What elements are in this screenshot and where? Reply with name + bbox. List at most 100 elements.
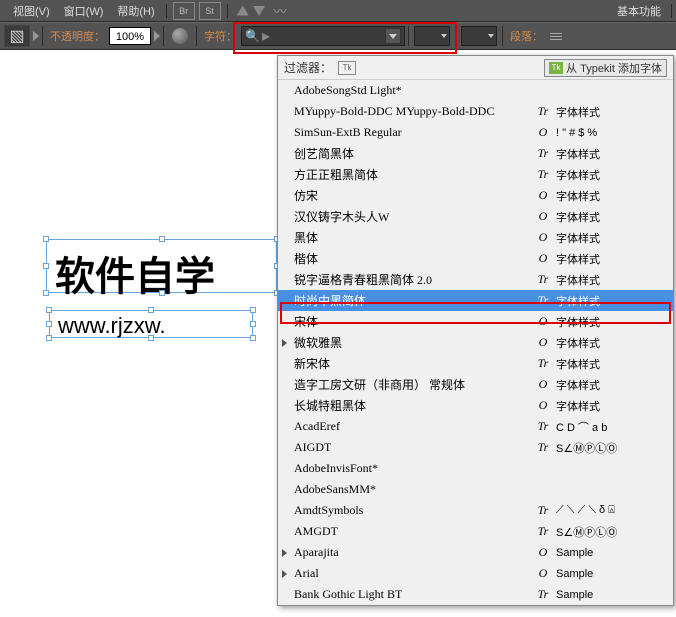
font-row[interactable]: MYuppy-Bold-DDC MYuppy-Bold-DDCTr字体样式	[278, 101, 673, 122]
font-type-icon: O	[536, 335, 550, 350]
font-row[interactable]: 创艺简黑体 Tr 字体样式	[278, 143, 673, 164]
character-label: 字符：	[200, 28, 241, 44]
font-name: AdobeSansMM*	[294, 482, 376, 497]
font-name: 造字工房文研（非商用） 常规体	[294, 376, 465, 393]
font-sample: 字体样式	[556, 167, 600, 183]
font-sample: 字体样式	[556, 146, 600, 162]
font-row[interactable]: 锐字逼格青春粗黑简体 2.0 Tr 字体样式	[278, 269, 673, 290]
font-size-combo[interactable]	[461, 26, 497, 46]
font-type-icon: Tr	[536, 146, 550, 161]
tk-filter-icon[interactable]: Tk	[338, 61, 356, 75]
font-row[interactable]: AdobeSansMM*	[278, 479, 673, 500]
font-sample: S∠ⓂⓅⓁⓄ	[556, 440, 617, 456]
font-row[interactable]: 长城特粗黑体 O 字体样式	[278, 395, 673, 416]
font-type-icon: Tr	[536, 419, 550, 434]
font-row[interactable]: AcadEref Tr C D ⌒ a b	[278, 416, 673, 437]
font-name: AdobeSongStd Light*	[294, 83, 402, 98]
typekit-add-button[interactable]: Tk 从 Typekit 添加字体	[544, 59, 667, 77]
font-row[interactable]: AMGDTTrS∠ⓂⓅⓁⓄ	[278, 521, 673, 542]
font-type-icon: Tr	[536, 440, 550, 455]
chevron-right-icon	[282, 570, 287, 578]
font-name: 方正正粗黑简体	[294, 166, 378, 183]
font-row[interactable]: 微软雅黑O字体样式	[278, 332, 673, 353]
font-sample: S∠ⓂⓅⓁⓄ	[556, 524, 617, 540]
font-row[interactable]: SimSun-ExtB RegularO! " # $ %	[278, 122, 673, 143]
chevron-down-icon[interactable]	[385, 28, 401, 44]
font-style-combo[interactable]	[414, 26, 450, 46]
font-type-icon: Tr	[536, 293, 550, 308]
font-sample: Sample	[556, 589, 593, 601]
font-sample: 字体样式	[556, 209, 600, 225]
font-type-icon: Tr	[536, 356, 550, 371]
font-sample: 字体样式	[556, 335, 600, 351]
zigzag-icon[interactable]: 〰	[274, 1, 287, 20]
font-name: 锐字逼格青春粗黑简体 2.0	[294, 271, 432, 288]
font-name: 汉仪铸字木头人W	[294, 208, 389, 225]
font-type-icon: O	[536, 566, 550, 581]
st-icon[interactable]: St	[199, 2, 221, 20]
font-type-icon: O	[536, 398, 550, 413]
font-name: 时尚中黑简体	[294, 292, 366, 309]
canvas-text-1[interactable]: 软件自学	[47, 240, 276, 306]
font-row[interactable]: 新宋体Tr字体样式	[278, 353, 673, 374]
font-sample: 字体样式	[556, 272, 600, 288]
options-bar: ▧ 不透明度： 100% 字符： 🔍 ▸ 段落：	[0, 22, 676, 50]
font-row[interactable]: 汉仪铸字木头人WO字体样式	[278, 206, 673, 227]
font-sample: 字体样式	[556, 188, 600, 204]
font-name: 长城特粗黑体	[294, 397, 366, 414]
font-sample: 字体样式	[556, 104, 600, 120]
paragraph-label: 段落：	[506, 28, 547, 44]
font-name: 楷体	[294, 250, 318, 267]
font-row[interactable]: Bank Gothic Light BTTrSample	[278, 584, 673, 605]
menu-help[interactable]: 帮助(H)	[110, 0, 161, 22]
font-row[interactable]: AdobeSongStd Light*	[278, 80, 673, 101]
font-row[interactable]: 黑体O字体样式	[278, 227, 673, 248]
font-name: 创艺简黑体	[294, 145, 354, 162]
font-row[interactable]: 宋体O字体样式	[278, 311, 673, 332]
font-name: AIGDT	[294, 440, 331, 455]
font-name: AMGDT	[294, 524, 338, 539]
font-sample: 字体样式	[556, 398, 600, 414]
font-row[interactable]: AIGDT Tr S∠ⓂⓅⓁⓄ	[278, 437, 673, 458]
arrange-icon[interactable]	[237, 6, 265, 16]
text-frame-2[interactable]: www.rjzxw.	[49, 310, 253, 338]
font-name: AmdtSymbols	[294, 503, 363, 518]
text-frame-1[interactable]: 软件自学	[46, 239, 277, 293]
globe-icon[interactable]	[172, 28, 188, 44]
font-name: 黑体	[294, 229, 318, 246]
font-row[interactable]: 造字工房文研（非商用） 常规体O字体样式	[278, 374, 673, 395]
font-sample: C D ⌒ a b	[556, 419, 607, 435]
font-row[interactable]: AmdtSymbolsTr⟋ ⟍ ⟋ ⟍ δ ⍓	[278, 500, 673, 521]
font-row[interactable]: AdobeInvisFont*	[278, 458, 673, 479]
chevron-right-icon	[282, 339, 287, 347]
font-name: AcadEref	[294, 419, 340, 434]
font-sample: ⟋ ⟍ ⟋ ⟍ δ ⍓	[556, 504, 615, 517]
font-row[interactable]: AparajitaOSample	[278, 542, 673, 563]
font-type-icon: Tr	[536, 272, 550, 287]
search-icon: 🔍	[245, 29, 260, 43]
font-row[interactable]: 仿宋O字体样式	[278, 185, 673, 206]
font-name: Arial	[294, 566, 319, 581]
tool-select-icon[interactable]: ▧	[4, 25, 30, 47]
font-sample: 字体样式	[556, 356, 600, 372]
workspace-label[interactable]: 基本功能	[617, 3, 667, 19]
opacity-input[interactable]: 100%	[109, 27, 151, 45]
font-type-icon: O	[536, 545, 550, 560]
font-type-icon: O	[536, 125, 550, 140]
font-row[interactable]: 方正正粗黑简体Tr字体样式	[278, 164, 673, 185]
font-family-combo[interactable]: 🔍 ▸	[241, 26, 405, 46]
font-menu-header: 过滤器： Tk Tk 从 Typekit 添加字体	[278, 56, 673, 80]
font-sample: Sample	[556, 568, 593, 580]
menu-window[interactable]: 窗口(W)	[57, 0, 111, 22]
font-sample: 字体样式	[556, 251, 600, 267]
font-row[interactable]: Arial O Sample	[278, 563, 673, 584]
font-name: AdobeInvisFont*	[294, 461, 378, 476]
font-type-icon: O	[536, 251, 550, 266]
font-row[interactable]: 时尚中黑简体Tr字体样式	[278, 290, 673, 311]
menu-view[interactable]: 视图(V)	[6, 0, 57, 22]
paragraph-menu-icon[interactable]	[547, 27, 565, 45]
br-icon[interactable]: Br	[173, 2, 195, 20]
tk-badge-icon: Tk	[549, 62, 563, 74]
font-row[interactable]: 楷体 O 字体样式	[278, 248, 673, 269]
filter-label: 过滤器：	[284, 59, 332, 76]
